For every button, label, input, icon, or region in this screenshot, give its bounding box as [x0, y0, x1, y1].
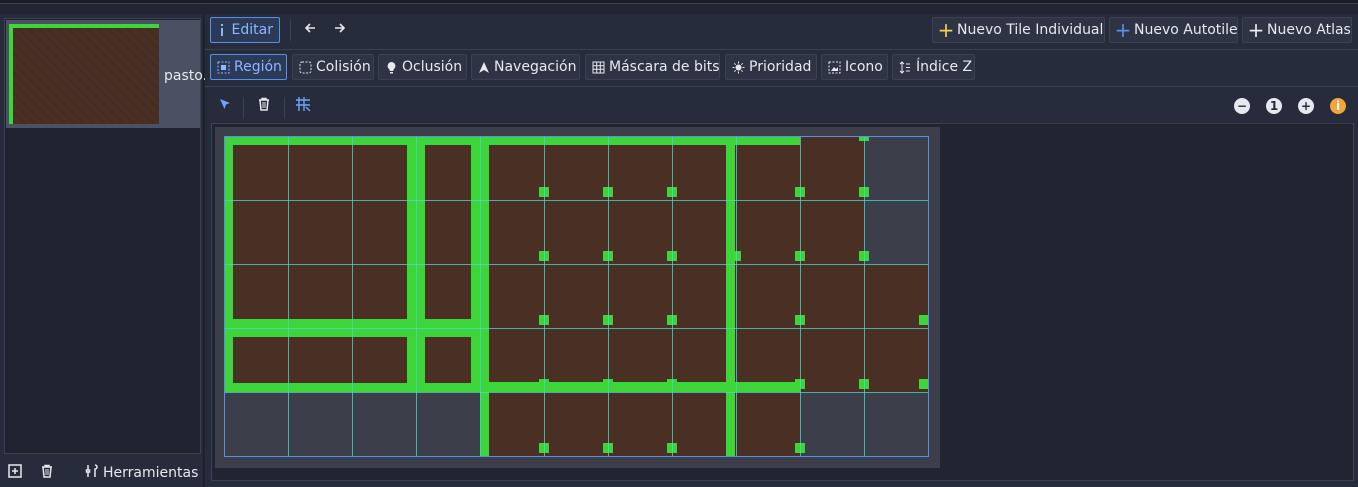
top-dock-strip	[0, 0, 1358, 4]
edit-label: Editar	[231, 22, 273, 38]
plus-icon: +	[937, 18, 955, 42]
texture-thumbnail	[9, 24, 159, 124]
mode-label: Índice Z	[916, 59, 973, 75]
grid-icon	[295, 96, 311, 116]
tools-label: Herramientas	[103, 465, 199, 481]
zoom-out-icon: −	[1234, 98, 1250, 114]
region-bounds[interactable]	[224, 136, 929, 457]
new-autotile-label: Nuevo Autotile	[1134, 22, 1238, 38]
bitmask-icon	[592, 60, 605, 74]
tab-z-index[interactable]: Índice Z	[892, 54, 975, 80]
tab-region[interactable]: Región	[210, 54, 287, 80]
add-texture-button[interactable]	[8, 460, 22, 486]
wrench-icon	[85, 464, 99, 482]
mode-label: Máscara de bits	[609, 59, 720, 75]
tools-menu-button[interactable]: Herramientas	[85, 460, 198, 486]
zoom-reset-button[interactable]: 1	[1264, 93, 1284, 119]
mode-label: Región	[234, 59, 282, 75]
zoom-in-button[interactable]: +	[1296, 93, 1316, 119]
back-button[interactable]	[297, 17, 323, 43]
tileset-texture[interactable]	[224, 136, 929, 457]
new-single-tile-button[interactable]: + Nuevo Tile Individual	[932, 17, 1105, 43]
toolbar-separator	[284, 97, 285, 119]
mode-label: Prioridad	[749, 59, 812, 75]
plus-icon: +	[1114, 18, 1132, 42]
mode-label: Icono	[845, 59, 883, 75]
tab-priority[interactable]: Prioridad	[725, 54, 817, 80]
texture-item-pasto[interactable]: pasto.	[6, 20, 207, 128]
trash-icon	[40, 464, 54, 482]
toolbar-separator	[290, 19, 291, 41]
priority-icon	[732, 60, 745, 74]
info-icon: i	[1330, 98, 1346, 114]
tab-bitmask[interactable]: Máscara de bits	[585, 54, 720, 80]
delete-region-button[interactable]	[254, 93, 274, 119]
toolbar-divider	[205, 86, 1358, 87]
edit-mode-toolbar: Región Colisión Oclusión Navegación Másc…	[205, 54, 1358, 82]
texture-list-actions: Herramientas	[0, 458, 204, 487]
forward-button[interactable]	[327, 17, 353, 43]
add-square-icon	[8, 464, 22, 482]
remove-texture-button[interactable]	[40, 460, 54, 486]
grid-snap-button[interactable]	[293, 93, 313, 119]
zoom-in-icon: +	[1298, 98, 1314, 114]
toolbar-separator	[243, 97, 244, 119]
tab-occlusion[interactable]: Oclusión	[378, 54, 467, 80]
z-index-icon	[899, 60, 912, 74]
tab-collision[interactable]: Colisión	[292, 54, 374, 80]
mode-label: Colisión	[316, 59, 371, 75]
plus-icon: +	[1247, 18, 1265, 42]
image-icon	[828, 60, 841, 74]
mode-label: Navegación	[494, 59, 577, 75]
texture-list: pasto.	[4, 18, 207, 454]
pointer-icon	[219, 98, 231, 114]
collision-icon	[299, 60, 312, 74]
zoom-reset-icon: 1	[1266, 98, 1282, 114]
occlusion-icon	[385, 60, 398, 74]
arrow-right-icon	[334, 22, 346, 38]
tab-navigation[interactable]: Navegación	[471, 54, 580, 80]
texture-item-label: pasto.	[164, 68, 208, 84]
mode-label: Oclusión	[402, 59, 463, 75]
texture-list-panel: pasto. Herramientas	[0, 14, 207, 487]
region-tools-toolbar: − 1 + i	[205, 91, 1358, 121]
new-autotile-button[interactable]: + Nuevo Autotile	[1109, 17, 1238, 43]
tileset-editor-panel: Editar + Nuevo Tile Individual + Nuevo A…	[205, 14, 1358, 487]
tileset-viewport[interactable]	[211, 123, 1354, 481]
select-tool-button[interactable]	[215, 93, 235, 119]
arrow-left-icon	[304, 22, 316, 38]
tab-icon[interactable]: Icono	[821, 54, 888, 80]
toolbar-divider	[205, 49, 1358, 50]
new-atlas-button[interactable]: + Nuevo Atlas	[1242, 17, 1352, 43]
edit-button[interactable]: Editar	[210, 17, 280, 43]
region-grid[interactable]	[224, 136, 929, 457]
edit-info-icon	[217, 23, 228, 37]
main-toolbar: Editar + Nuevo Tile Individual + Nuevo A…	[205, 17, 1358, 45]
new-atlas-label: Nuevo Atlas	[1267, 22, 1351, 38]
help-info-button[interactable]: i	[1328, 93, 1348, 119]
new-single-tile-label: Nuevo Tile Individual	[957, 22, 1104, 38]
trash-icon	[257, 97, 271, 115]
zoom-out-button[interactable]: −	[1232, 93, 1252, 119]
region-icon	[217, 60, 230, 74]
navigation-icon	[478, 60, 490, 74]
